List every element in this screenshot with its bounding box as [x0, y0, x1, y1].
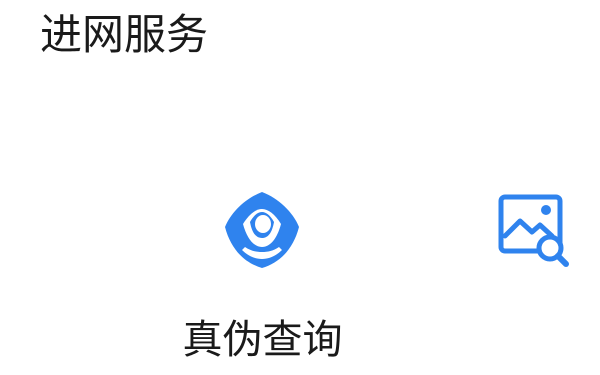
section-title: 进网服务	[40, 10, 209, 59]
authenticity-query-label: 真伪查询	[182, 317, 343, 363]
authenticity-query-button[interactable]: 真伪查询	[170, 180, 355, 375]
image-search-button[interactable]	[492, 190, 577, 275]
image-search-icon	[492, 190, 574, 272]
network-access-services-page: 进网服务 真伪查询	[0, 0, 600, 375]
eye-icon	[222, 190, 302, 270]
